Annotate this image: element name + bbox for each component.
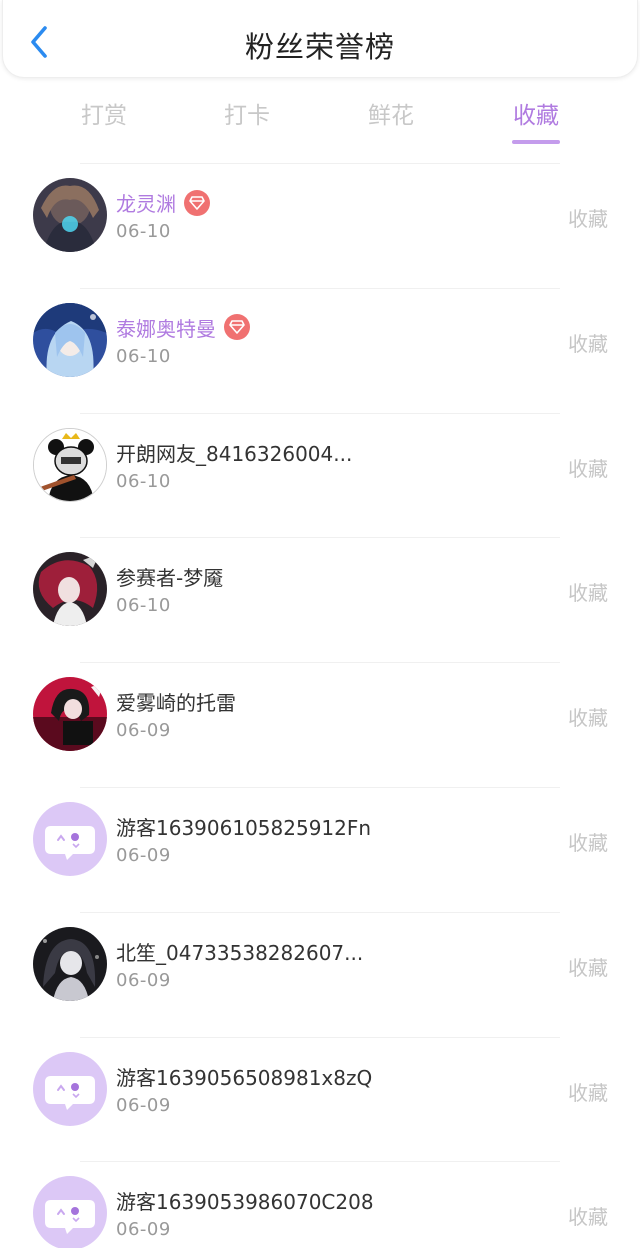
date-label: 06-09	[116, 720, 171, 742]
username[interactable]: 参赛者-梦魇	[116, 562, 223, 591]
favorite-label: 收藏	[568, 706, 608, 731]
username[interactable]: 游客1639056508981x8zQ	[116, 1062, 372, 1091]
gem-icon	[184, 189, 210, 216]
username[interactable]: 北笙_04733538282607...	[116, 937, 363, 966]
tab-favorites[interactable]: 收藏	[486, 96, 586, 144]
favorite-label: 收藏	[568, 331, 608, 356]
tab-bar: 打赏 打卡 鲜花 收藏	[0, 90, 640, 146]
avatar[interactable]	[33, 677, 107, 752]
date-label: 06-09	[116, 1094, 171, 1116]
guest-chat-avatar[interactable]	[33, 1176, 107, 1248]
favorite-label: 收藏	[568, 955, 608, 980]
tab-checkin[interactable]: 打卡	[197, 96, 297, 130]
active-tab-indicator	[512, 140, 560, 144]
avatar[interactable]	[33, 302, 107, 377]
avatar[interactable]	[33, 178, 107, 252]
gem-icon	[224, 314, 250, 341]
list-item[interactable]: 开朗网友_8416326004... 06-10 收藏	[0, 412, 640, 538]
favorite-label: 收藏	[568, 456, 608, 481]
page-title: 粉丝荣誉榜	[244, 30, 395, 64]
username[interactable]: 爱雾崎的托雷	[116, 687, 236, 716]
tab-reward[interactable]: 打赏	[54, 96, 154, 130]
list-item[interactable]: 游客1639053986070C208 06-09 收藏	[0, 1161, 640, 1248]
date-label: 06-10	[116, 595, 171, 617]
avatar[interactable]	[33, 552, 107, 627]
top-bar: 粉丝荣誉榜	[2, 0, 638, 78]
list-item[interactable]: 泰娜奥特曼 06-10 收藏	[0, 287, 640, 413]
avatar[interactable]	[33, 427, 107, 502]
list-item[interactable]: 游客1639056508981x8zQ 06-09 收藏	[0, 1036, 640, 1162]
list-item[interactable]: 参赛者-梦魇 06-10 收藏	[0, 537, 640, 662]
favorite-label: 收藏	[568, 1205, 608, 1230]
list-item[interactable]: 龙灵渊 06-10 收藏	[0, 163, 640, 288]
favorite-label: 收藏	[568, 207, 608, 231]
favorite-label: 收藏	[568, 830, 608, 855]
username[interactable]: 游客1639053986070C208	[116, 1186, 374, 1215]
fan-list: 龙灵渊 06-10 收藏 泰娜奥特曼 06-10 收藏 开朗网友_8416326…	[0, 163, 640, 1248]
favorite-label: 收藏	[568, 1080, 608, 1105]
guest-chat-avatar[interactable]	[33, 801, 107, 876]
username[interactable]: 泰娜奥特曼	[116, 313, 216, 342]
favorite-label: 收藏	[568, 581, 608, 606]
date-label: 06-09	[116, 969, 171, 991]
date-label: 06-09	[116, 1219, 171, 1241]
date-label: 06-10	[116, 345, 171, 367]
date-label: 06-10	[116, 221, 171, 242]
date-label: 06-09	[116, 844, 171, 866]
username[interactable]: 开朗网友_8416326004...	[116, 438, 352, 467]
tab-flowers[interactable]: 鲜花	[341, 96, 441, 130]
list-item[interactable]: 北笙_04733538282607... 06-09 收藏	[0, 911, 640, 1037]
guest-chat-avatar[interactable]	[33, 1051, 107, 1126]
username[interactable]: 游客163906105825912Fn	[116, 812, 371, 841]
list-item[interactable]: 爱雾崎的托雷 06-09 收藏	[0, 662, 640, 787]
date-label: 06-10	[116, 470, 171, 492]
username[interactable]: 龙灵渊	[116, 188, 176, 217]
list-item[interactable]: 游客163906105825912Fn 06-09 收藏	[0, 786, 640, 912]
avatar[interactable]	[33, 926, 107, 1001]
